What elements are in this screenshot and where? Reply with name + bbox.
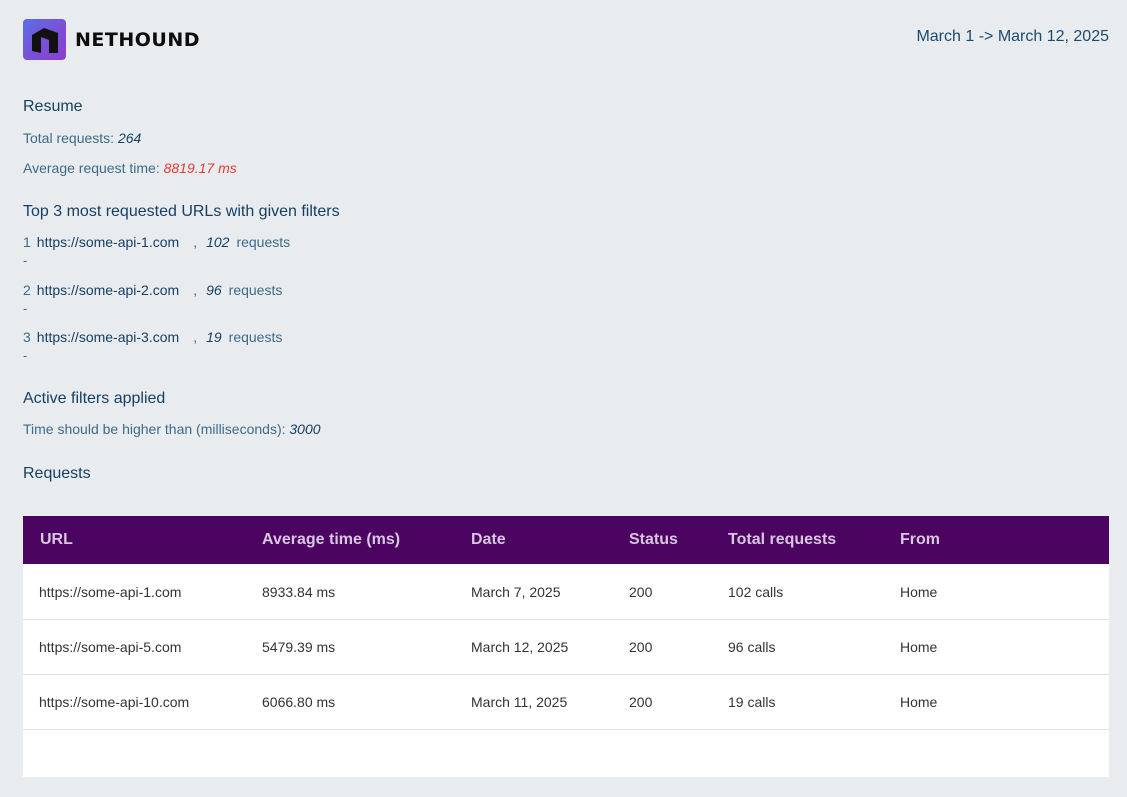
top-url-rank: 3 (23, 329, 31, 345)
column-header-url[interactable]: URL (40, 531, 73, 549)
brand-logo[interactable]: NETHOUND (23, 19, 200, 60)
total-requests-label: Total requests: (23, 130, 115, 146)
top-url-separator: , (193, 234, 198, 250)
top-url-count: 19 (206, 329, 222, 345)
table-row[interactable]: https://some-api-1.com 8933.84 ms March … (23, 565, 1109, 620)
cell-date: March 12, 2025 (471, 639, 569, 655)
average-request-time-label: Average request time: (23, 160, 160, 176)
time-filter-label: Time should be higher than (milliseconds… (23, 421, 286, 437)
top-url-unit: requests (236, 234, 291, 250)
cell-date: March 11, 2025 (471, 694, 568, 710)
top-url-count: 102 (206, 234, 230, 250)
table-row[interactable]: https://some-api-10.com 6066.80 ms March… (23, 675, 1109, 730)
cell-url: https://some-api-10.com (39, 694, 190, 710)
nethound-logo-icon (23, 19, 66, 60)
column-header-from[interactable]: From (900, 531, 940, 549)
cell-total-requests: 96 calls (728, 639, 776, 655)
top-url-item: 3 https://some-api-3.com, 19 requests (23, 329, 282, 345)
cell-from: Home (900, 694, 938, 710)
filters-title: Active filters applied (23, 390, 166, 407)
time-filter-value: 3000 (289, 421, 321, 437)
top-url-link[interactable]: https://some-api-1.com (37, 234, 179, 250)
top-url-rank: 1 (23, 234, 31, 250)
top-url-link[interactable]: https://some-api-2.com (37, 282, 179, 298)
time-filter: Time should be higher than (milliseconds… (23, 421, 321, 437)
cell-average-time: 6066.80 ms (262, 694, 336, 710)
resume-title: Resume (23, 98, 83, 115)
cell-date: March 7, 2025 (471, 584, 561, 600)
top-urls-title: Top 3 most requested URLs with given fil… (23, 203, 340, 220)
top-url-unit: requests (228, 282, 283, 298)
top-url-separator: , (193, 329, 198, 345)
top-url-link[interactable]: https://some-api-3.com (37, 329, 179, 345)
table-header: URL Average time (ms) Date Status Total … (23, 516, 1109, 564)
date-range: March 1 -> March 12, 2025 (916, 28, 1109, 45)
column-header-status[interactable]: Status (629, 531, 678, 549)
top-url-unit: requests (228, 329, 283, 345)
top-url-dash: - (23, 301, 28, 316)
cell-total-requests: 102 calls (728, 584, 784, 600)
top-url-rank: 2 (23, 282, 31, 298)
column-header-date[interactable]: Date (471, 531, 506, 549)
top-url-dash: - (23, 348, 28, 363)
cell-average-time: 8933.84 ms (262, 584, 336, 600)
average-request-time: Average request time: 8819.17 ms (23, 160, 237, 176)
average-request-time-value: 8819.17 ms (163, 160, 237, 176)
cell-from: Home (900, 584, 938, 600)
cell-average-time: 5479.39 ms (262, 639, 336, 655)
top-url-item: 1 https://some-api-1.com, 102 requests (23, 234, 290, 250)
cell-status: 200 (629, 639, 653, 655)
requests-table: URL Average time (ms) Date Status Total … (23, 516, 1109, 777)
cell-status: 200 (629, 694, 653, 710)
cell-url: https://some-api-1.com (39, 584, 182, 600)
cell-total-requests: 19 calls (728, 694, 776, 710)
cell-status: 200 (629, 584, 653, 600)
total-requests: Total requests: 264 (23, 130, 141, 146)
table-row[interactable]: https://some-api-5.com 5479.39 ms March … (23, 620, 1109, 675)
cell-url: https://some-api-5.com (39, 639, 182, 655)
cell-from: Home (900, 639, 938, 655)
top-url-dash: - (23, 253, 28, 268)
header: NETHOUND March 1 -> March 12, 2025 (23, 19, 1109, 61)
requests-title: Requests (23, 465, 91, 482)
total-requests-value: 264 (117, 130, 142, 146)
top-url-count: 96 (206, 282, 222, 298)
top-url-separator: , (193, 282, 198, 298)
column-header-total-requests[interactable]: Total requests (728, 531, 836, 549)
top-url-item: 2 https://some-api-2.com, 96 requests (23, 282, 282, 298)
column-header-average-time[interactable]: Average time (ms) (262, 531, 400, 549)
brand-name: NETHOUND (75, 28, 200, 51)
